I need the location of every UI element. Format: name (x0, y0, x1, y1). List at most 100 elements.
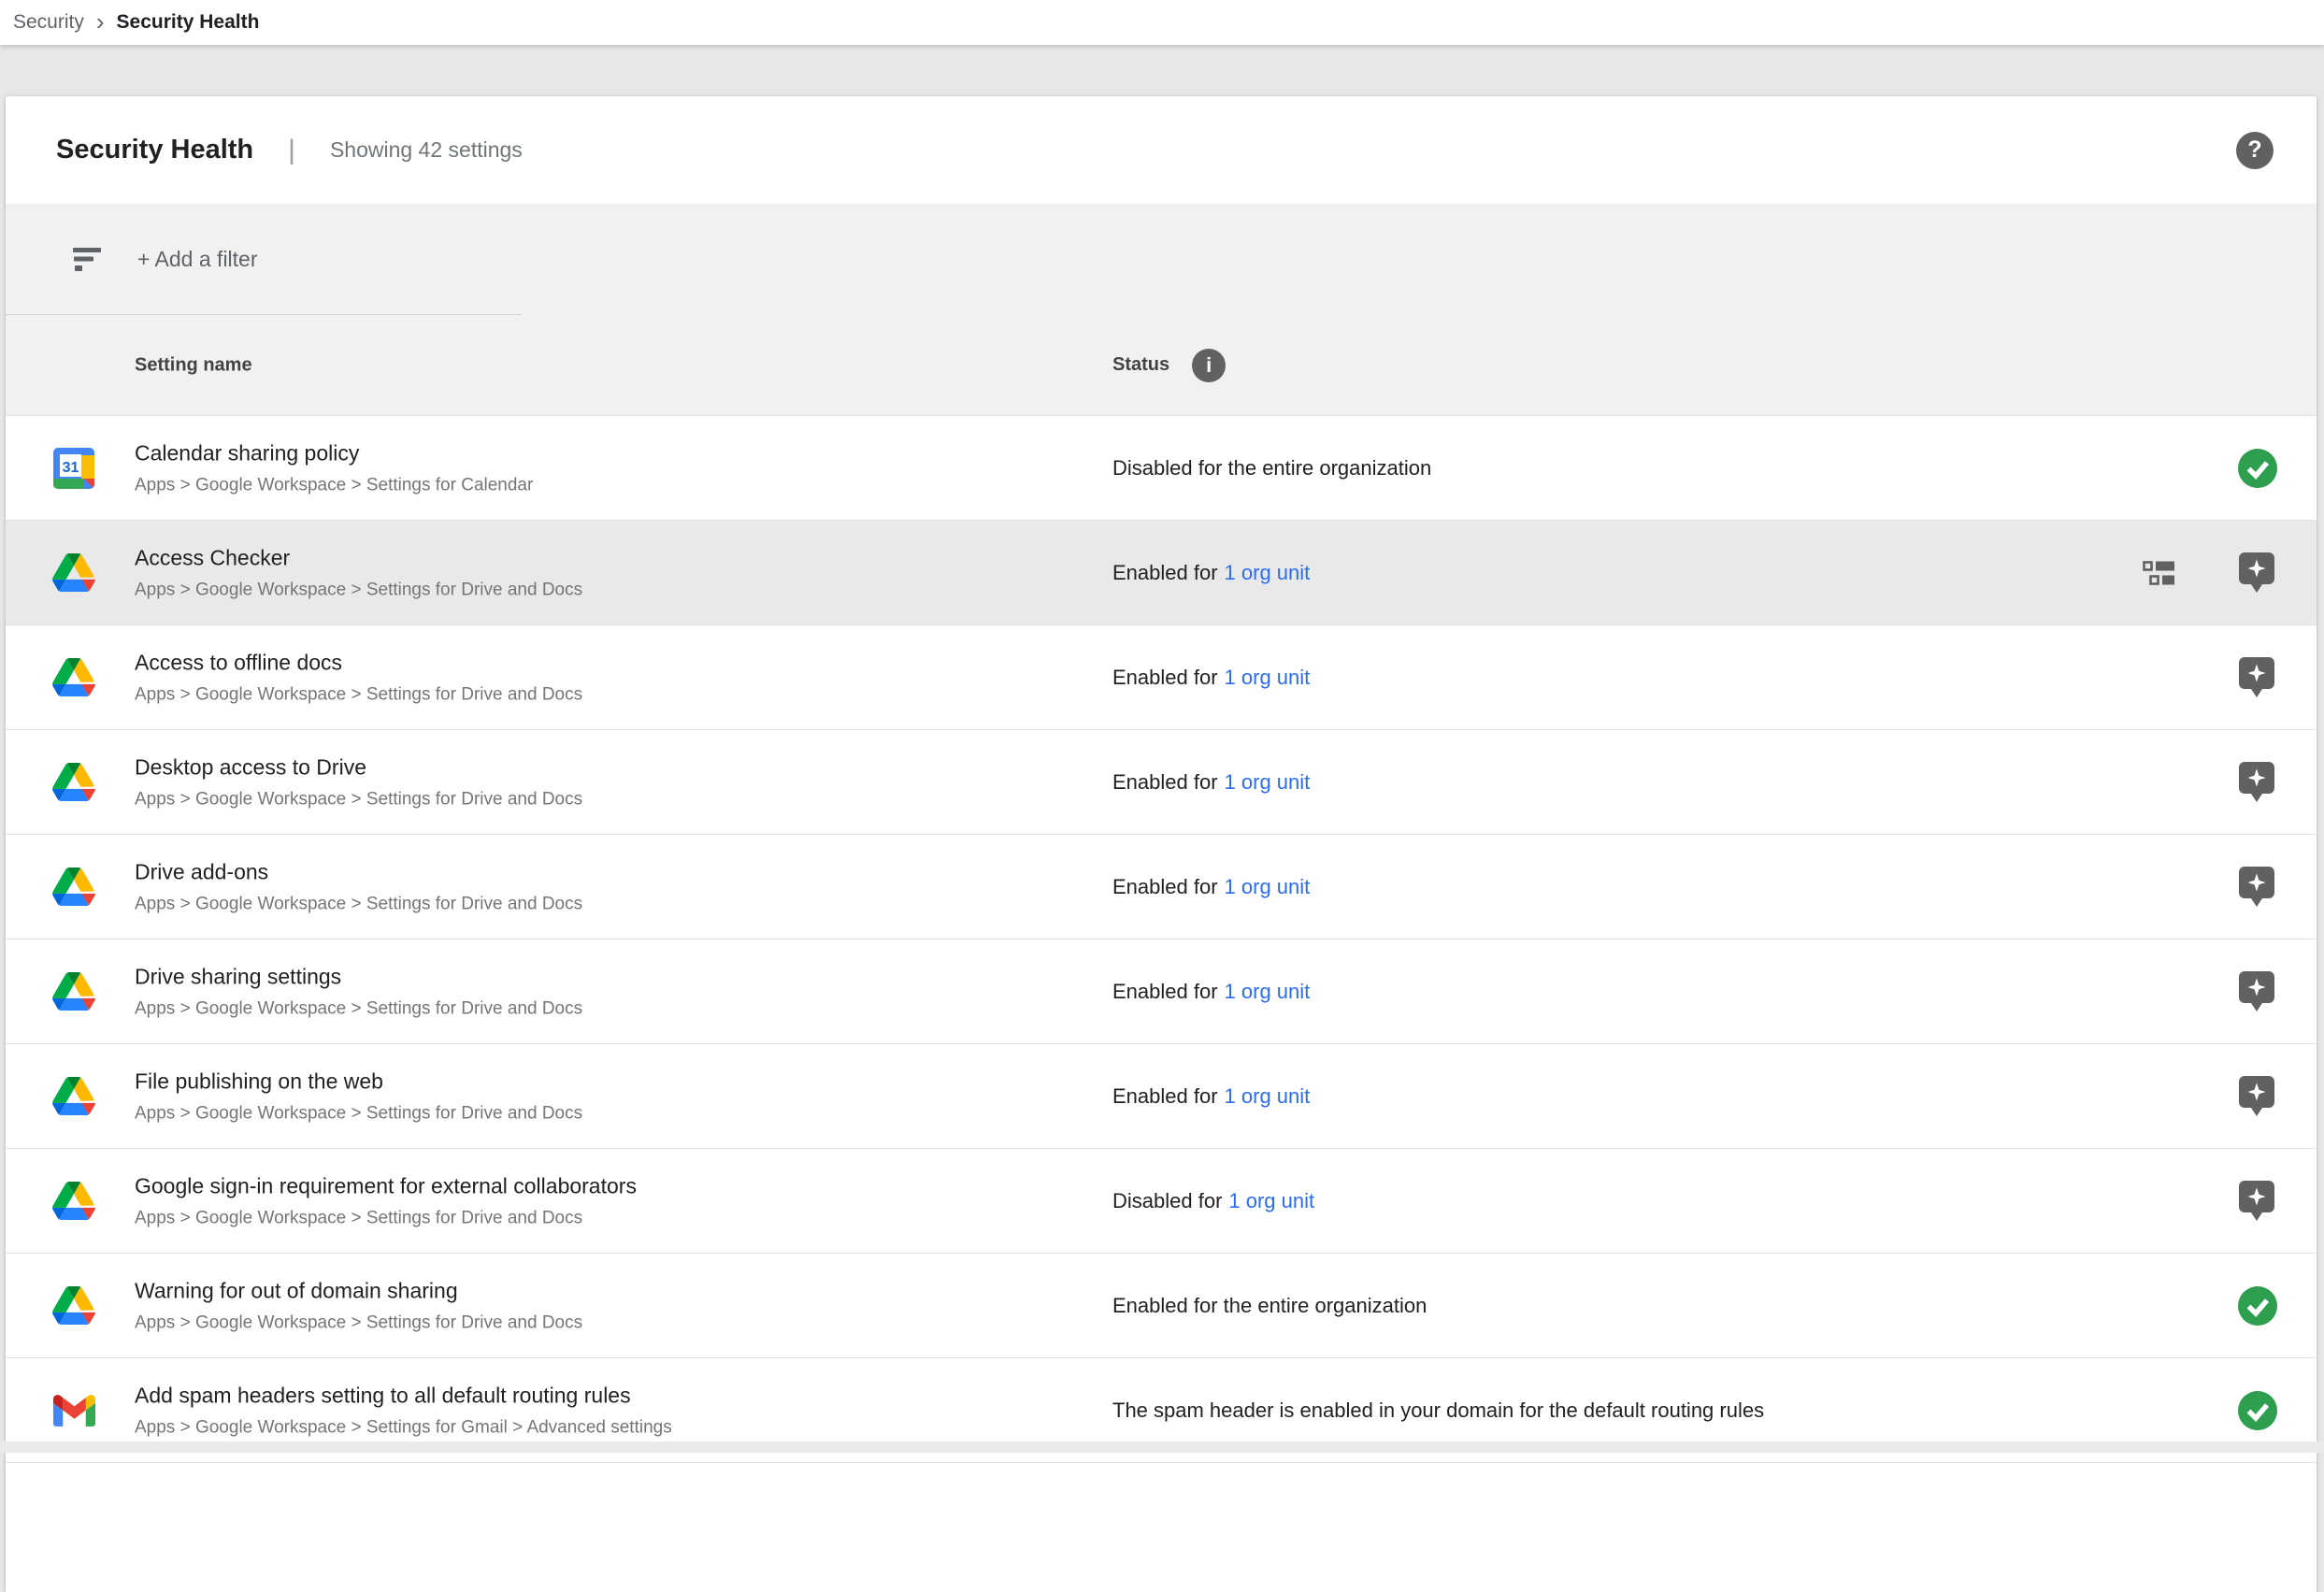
gmail-icon (53, 1395, 95, 1427)
status-cell: Enabled for1 org unit (1112, 770, 1310, 795)
recommendation-icon[interactable] (2239, 867, 2274, 908)
setting-name: File publishing on the web (135, 1069, 582, 1094)
setting-path: Apps > Google Workspace > Settings for G… (135, 1417, 672, 1438)
breadcrumb-current: Security Health (117, 11, 260, 34)
table-row[interactable]: 31 Calendar sharing policy Apps > Google… (6, 416, 2317, 521)
status-text: Disabled for (1112, 1189, 1222, 1212)
status-cell: Enabled for 1 org unit (1112, 875, 1310, 899)
settings-table-body: 31 Calendar sharing policy Apps > Google… (6, 416, 2317, 1463)
info-icon[interactable]: i (1192, 349, 1226, 382)
setting-text: Drive add-ons Apps > Google Workspace > … (135, 859, 582, 914)
recommendation-icon[interactable] (2239, 1181, 2274, 1222)
setting-path: Apps > Google Workspace > Settings for D… (135, 1103, 582, 1124)
add-filter-button[interactable]: + Add a filter (137, 247, 258, 272)
app-icon (52, 1075, 95, 1118)
org-unit-link[interactable]: 1 org unit (1228, 1189, 1314, 1212)
status-cell: Disabled for the entire organization (1112, 456, 1431, 480)
setting-name: Access to offline docs (135, 650, 582, 675)
setting-name: Add spam headers setting to all default … (135, 1383, 672, 1408)
setting-name: Drive sharing settings (135, 964, 582, 989)
app-icon: 31 (52, 447, 95, 490)
recommendation-icon[interactable] (2239, 552, 2274, 594)
status-text: The spam header is enabled in your domai… (1112, 1398, 1764, 1422)
status-cell: Enabled for 1 org unit (1112, 561, 1310, 585)
status-column-label: Status (1112, 354, 1169, 376)
org-unit-link[interactable]: 1 org unit (1225, 561, 1311, 584)
setting-text: Desktop access to Drive Apps > Google Wo… (135, 754, 582, 810)
settings-count-label: Showing 42 settings (330, 137, 523, 163)
help-icon[interactable]: ? (2236, 132, 2274, 169)
setting-path: Apps > Google Workspace > Settings for C… (135, 475, 533, 495)
setting-text: Add spam headers setting to all default … (135, 1383, 672, 1438)
table-row[interactable]: Google sign-in requirement for external … (6, 1149, 2317, 1254)
recommendation-icon[interactable] (2239, 762, 2274, 803)
setting-text: Calendar sharing policy Apps > Google Wo… (135, 440, 533, 495)
setting-path: Apps > Google Workspace > Settings for D… (135, 580, 582, 600)
table-row[interactable]: File publishing on the web Apps > Google… (6, 1044, 2317, 1149)
recommendation-icon[interactable] (2239, 657, 2274, 698)
status-text: Enabled for the entire organization (1112, 1294, 1427, 1317)
title-separator: | (288, 135, 295, 166)
table-header: Setting name Status i (6, 315, 2317, 416)
table-row[interactable]: Desktop access to Drive Apps > Google Wo… (6, 730, 2317, 835)
google-drive-icon (52, 868, 95, 906)
status-ok-icon (2238, 449, 2277, 488)
google-drive-icon (52, 658, 95, 696)
status-ok-icon (2238, 1391, 2277, 1430)
setting-path: Apps > Google Workspace > Settings for D… (135, 789, 582, 810)
org-unit-link[interactable]: 1 org unit (1225, 875, 1311, 898)
chevron-right-icon: › (96, 9, 105, 34)
breadcrumb: Security › Security Health (0, 0, 2324, 45)
recommendation-icon[interactable] (2239, 1076, 2274, 1117)
setting-name: Calendar sharing policy (135, 440, 533, 466)
status-text: Enabled for (1112, 666, 1218, 689)
page-title: Security Health (56, 135, 253, 165)
google-drive-icon (52, 553, 95, 592)
filter-icon (73, 248, 101, 272)
org-unit-link[interactable]: 1 org unit (1225, 770, 1311, 794)
app-icon (52, 866, 95, 909)
google-calendar-icon: 31 (53, 448, 94, 489)
table-row[interactable]: Access Checker Apps > Google Workspace >… (6, 521, 2317, 625)
google-drive-icon (52, 763, 95, 801)
security-health-card: Security Health | Showing 42 settings ? … (6, 96, 2317, 1592)
app-icon (52, 1284, 95, 1327)
org-unit-link[interactable]: 1 org unit (1225, 666, 1311, 689)
setting-path: Apps > Google Workspace > Settings for D… (135, 1312, 582, 1333)
setting-path: Apps > Google Workspace > Settings for D… (135, 998, 582, 1019)
status-text: Disabled for the entire organization (1112, 456, 1431, 480)
column-header-status: Status i (1112, 349, 1226, 382)
table-row[interactable]: Access to offline docs Apps > Google Wor… (6, 625, 2317, 730)
setting-text: File publishing on the web Apps > Google… (135, 1069, 582, 1124)
status-cell: Enabled for1 org unit (1112, 980, 1310, 1004)
status-text: Enabled for (1112, 561, 1218, 584)
setting-path: Apps > Google Workspace > Settings for D… (135, 1208, 637, 1228)
status-text: Enabled for (1112, 875, 1218, 898)
google-drive-icon (52, 972, 95, 1011)
table-row[interactable]: Drive add-ons Apps > Google Workspace > … (6, 835, 2317, 939)
horizontal-scrollbar[interactable] (0, 1441, 2324, 1453)
setting-name: Desktop access to Drive (135, 754, 582, 780)
table-row[interactable]: Drive sharing settings Apps > Google Wor… (6, 939, 2317, 1044)
app-icon (52, 1389, 95, 1432)
breadcrumb-parent-link[interactable]: Security (13, 11, 84, 34)
status-cell: Enabled for 1 org unit (1112, 1084, 1310, 1109)
google-drive-icon (52, 1077, 95, 1115)
app-icon (52, 656, 95, 699)
org-unit-link[interactable]: 1 org unit (1225, 1084, 1311, 1108)
recommendation-icon[interactable] (2239, 971, 2274, 1012)
table-row[interactable]: Warning for out of domain sharing Apps >… (6, 1254, 2317, 1358)
card-header: Security Health | Showing 42 settings ? (6, 96, 2317, 204)
filter-bar[interactable]: + Add a filter (6, 204, 2317, 315)
status-text: Enabled for (1112, 1084, 1218, 1108)
setting-path: Apps > Google Workspace > Settings for D… (135, 684, 582, 705)
column-header-setting-name: Setting name (135, 354, 252, 376)
google-drive-icon (52, 1286, 95, 1325)
app-icon (52, 552, 95, 595)
status-cell: Enabled for the entire organization (1112, 1294, 1427, 1318)
org-structure-icon[interactable] (2143, 559, 2174, 587)
org-unit-link[interactable]: 1 org unit (1225, 980, 1311, 1003)
status-cell: Enabled for 1 org unit (1112, 666, 1310, 690)
status-cell: Disabled for 1 org unit (1112, 1189, 1314, 1213)
app-icon (52, 761, 95, 804)
